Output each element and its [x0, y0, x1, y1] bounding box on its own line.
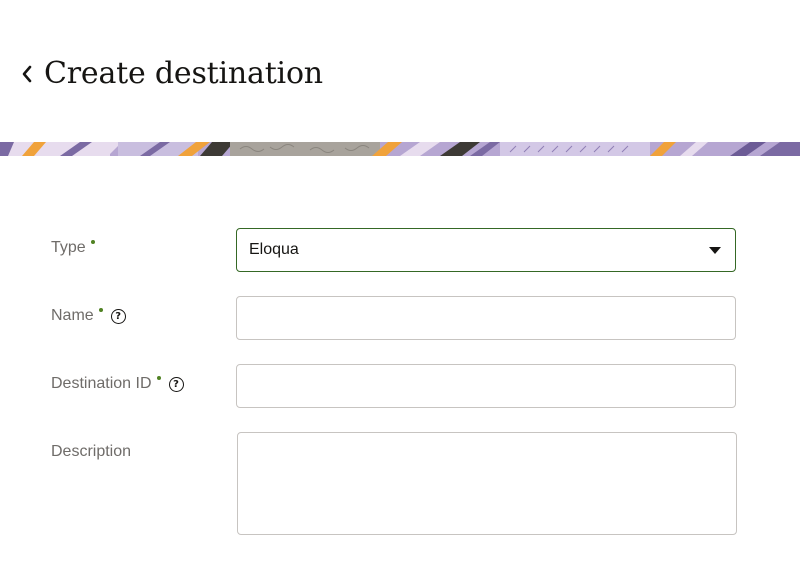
create-destination-page: Create destination Type Eloqua Name ? De…	[0, 0, 800, 572]
chevron-left-icon	[22, 65, 32, 83]
type-label: Type	[51, 238, 95, 258]
help-circle-icon[interactable]: ?	[110, 309, 126, 324]
type-select-value: Eloqua	[249, 241, 299, 258]
destination-id-label: Destination ID ?	[51, 374, 184, 394]
name-label: Name ?	[51, 306, 126, 326]
name-input[interactable]	[236, 296, 736, 340]
type-select[interactable]: Eloqua	[236, 228, 736, 272]
decorative-banner	[0, 142, 800, 156]
description-textarea[interactable]	[237, 432, 737, 535]
destination-id-input[interactable]	[236, 364, 736, 408]
required-indicator	[156, 376, 161, 380]
page-header: Create destination	[0, 0, 800, 142]
banner-pattern	[0, 142, 800, 156]
required-indicator	[98, 308, 103, 312]
page-title: Create destination	[44, 56, 323, 91]
back-button[interactable]	[14, 58, 40, 90]
help-circle-icon[interactable]: ?	[168, 377, 184, 392]
caret-down-icon	[709, 246, 721, 254]
required-indicator	[90, 240, 95, 244]
description-label: Description	[51, 443, 132, 460]
